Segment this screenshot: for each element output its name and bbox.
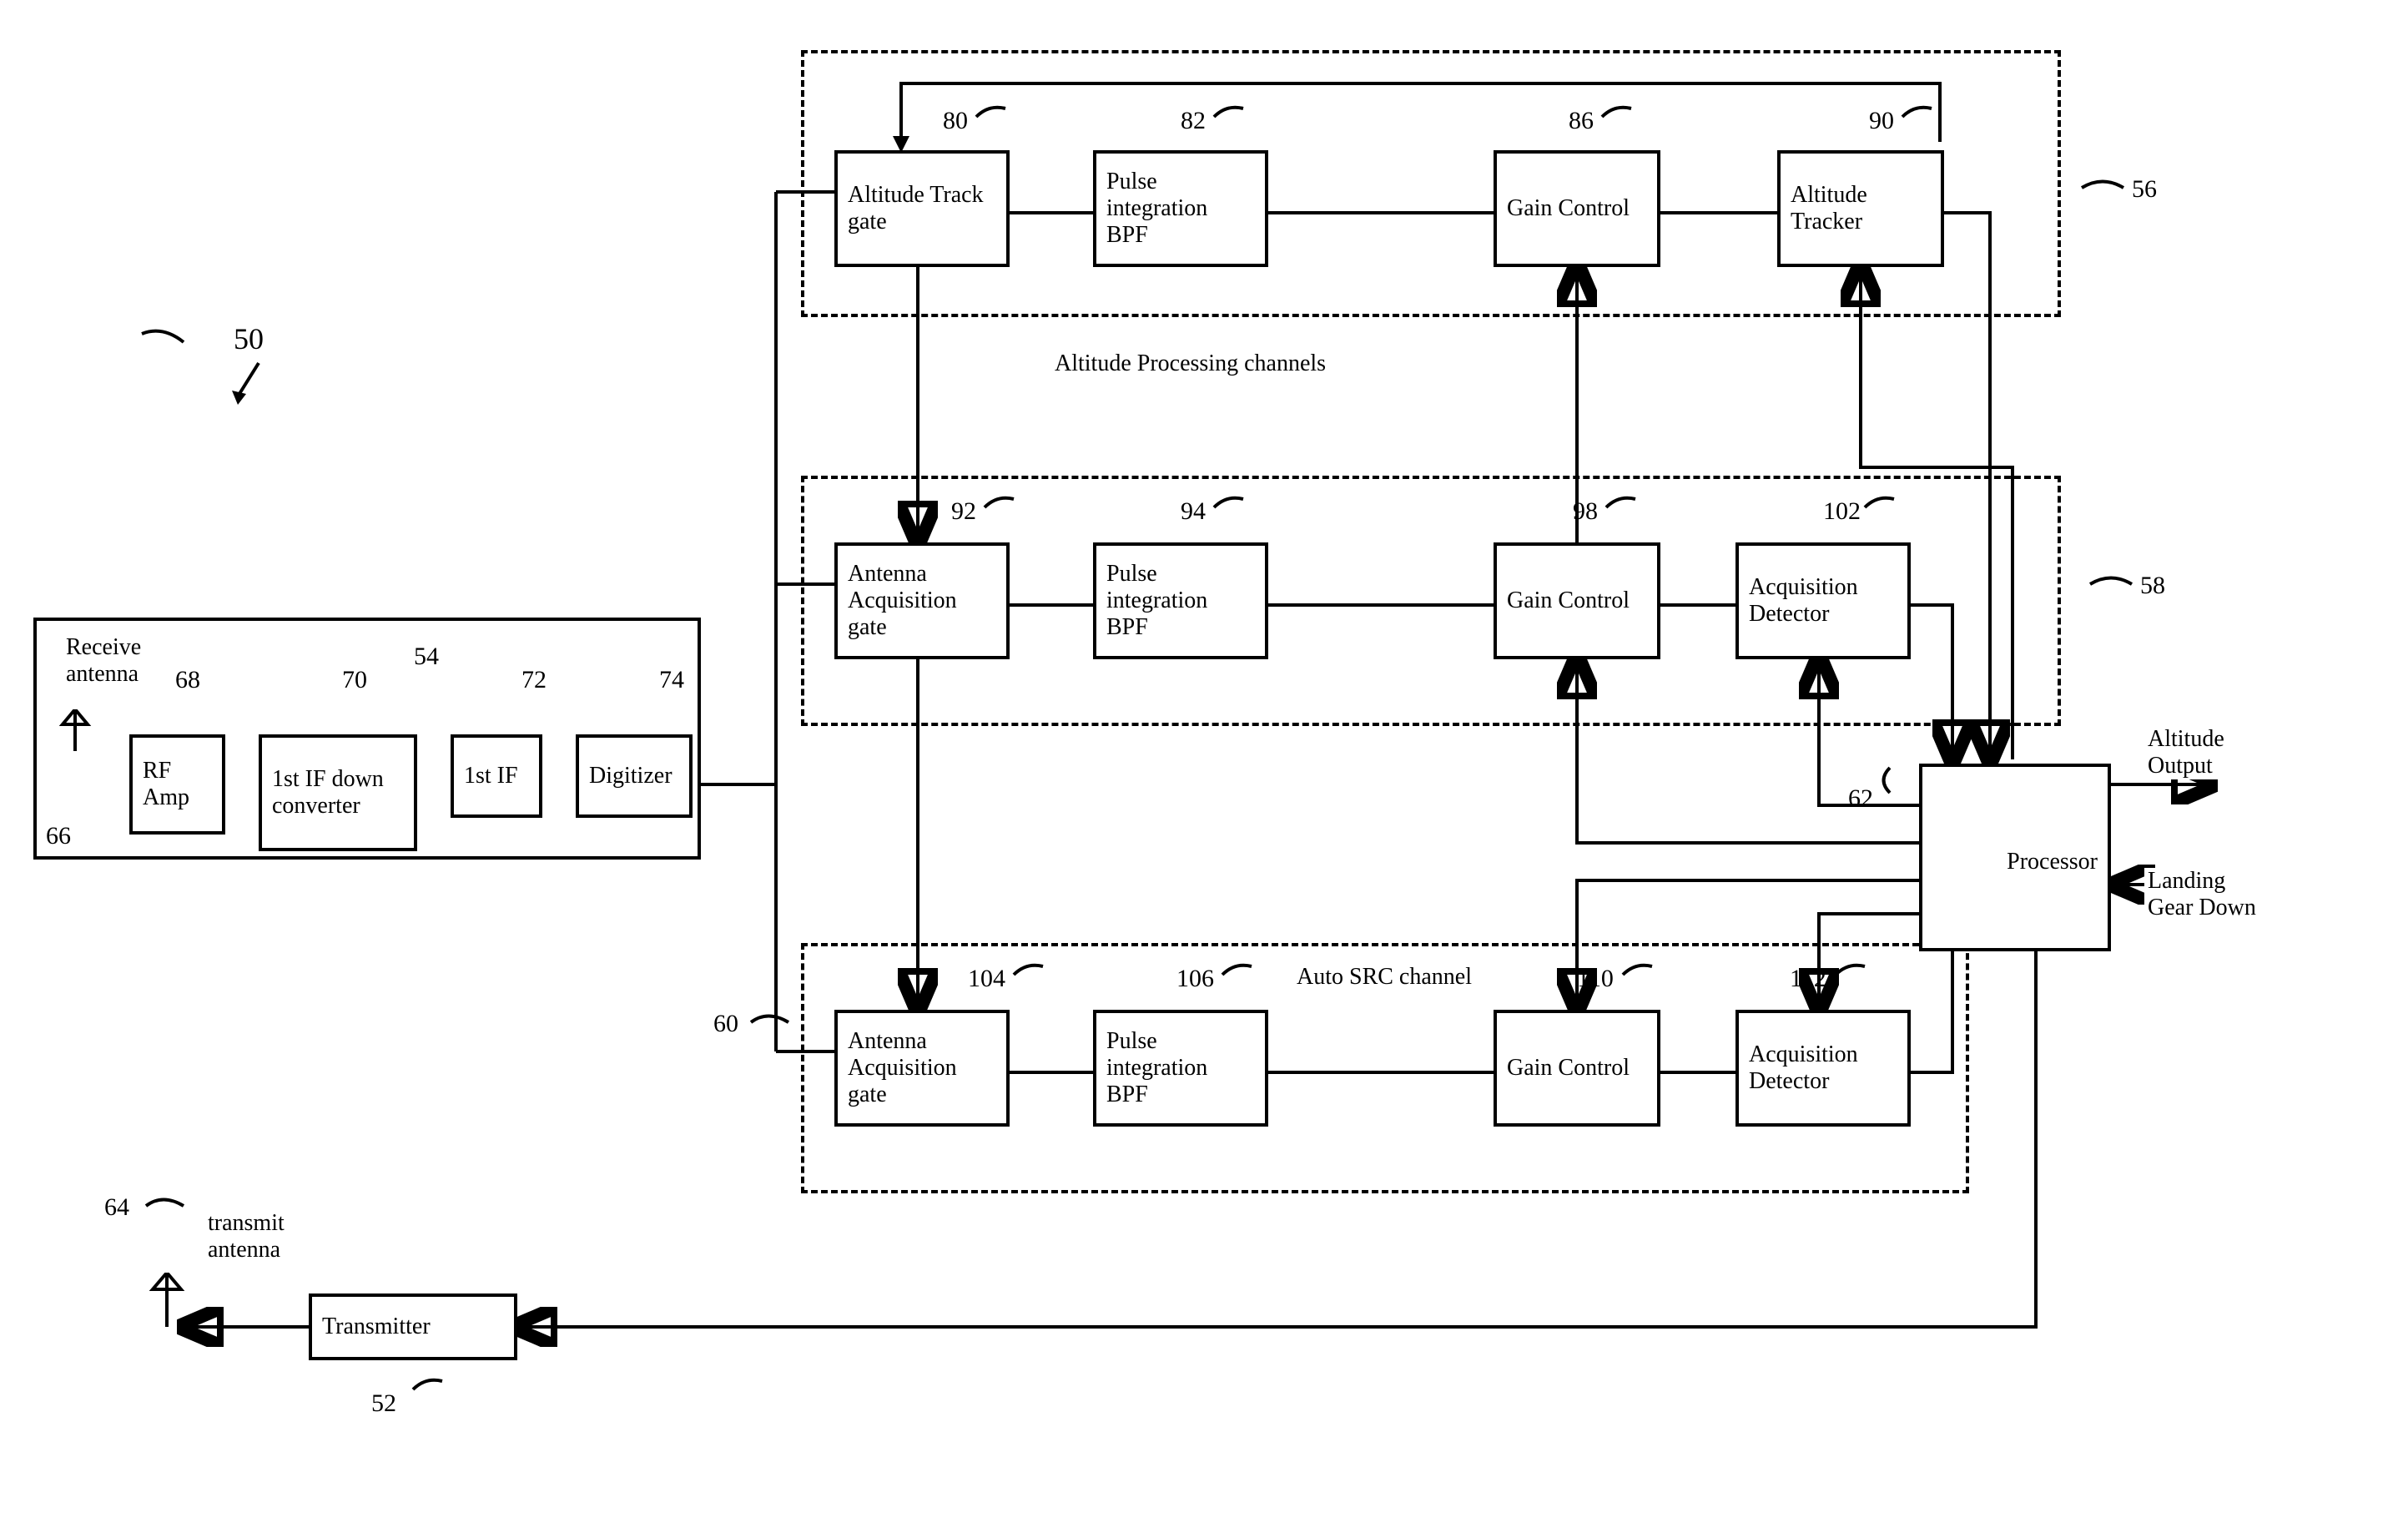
ch56-b2-label: Pulse integration BPF: [1106, 169, 1255, 249]
ch60-ref: 60: [713, 1010, 738, 1038]
digitizer-box: Digitizer: [576, 734, 693, 818]
ch58-b4-label: Acquisition Detector: [1749, 574, 1897, 628]
landing-gear-label: Landing Gear Down: [2144, 868, 2269, 921]
rf-amp-box: RF Amp: [129, 734, 225, 835]
transmitter-label: Transmitter: [322, 1314, 431, 1340]
ch56-b4: Altitude Tracker: [1777, 150, 1944, 267]
ch56-b1-label: Altitude Track gate: [848, 182, 996, 235]
ch60-b2-ref: 106: [1176, 965, 1214, 993]
figure-ref-arrow: [225, 359, 275, 409]
tx-antenna-label: transmit antenna: [204, 1210, 313, 1263]
processor-ref: 62: [1848, 784, 1873, 813]
if-label: 1st IF: [464, 763, 529, 789]
processor-label: Processor: [2007, 849, 2098, 875]
rf-amp-ref: 68: [175, 666, 200, 694]
ch58-b1: Antenna Acquisition gate: [834, 542, 1010, 659]
ch58-ref: 58: [2140, 572, 2165, 600]
ch56-b3-label: Gain Control: [1507, 195, 1647, 222]
digitizer-label: Digitizer: [589, 763, 679, 789]
ch60-b2-label: Pulse integration BPF: [1106, 1028, 1255, 1108]
ch60-b3: Gain Control: [1494, 1010, 1660, 1127]
ch56-ref: 56: [2132, 175, 2157, 204]
ch60-b3-ref: 110: [1577, 965, 1614, 993]
rf-amp-label: RF Amp: [143, 758, 212, 811]
ch58-b2-label: Pulse integration BPF: [1106, 561, 1255, 641]
ch56-b2: Pulse integration BPF: [1093, 150, 1268, 267]
ch56-b3: Gain Control: [1494, 150, 1660, 267]
ch58-b2-ref: 94: [1181, 497, 1206, 526]
ch56-b1: Altitude Track gate: [834, 150, 1010, 267]
ch56-b4-label: Altitude Tracker: [1791, 182, 1931, 235]
ch58-b3-ref: 98: [1573, 497, 1598, 526]
ch58-b2: Pulse integration BPF: [1093, 542, 1268, 659]
digitizer-ref: 74: [659, 666, 684, 694]
ch58-b3-label: Gain Control: [1507, 587, 1647, 614]
ch58-b4-ref: 102: [1823, 497, 1861, 526]
if-ref: 72: [521, 666, 547, 694]
figure-ref: 50: [234, 321, 264, 356]
ch58-b4: Acquisition Detector: [1735, 542, 1911, 659]
ch60-b3-label: Gain Control: [1507, 1055, 1647, 1082]
ch56-loop-arrow: [834, 71, 1948, 154]
ch60-b1: Antenna Acquisition gate: [834, 1010, 1010, 1127]
transmitter-ref: 52: [371, 1389, 396, 1418]
tx-antenna-ref: 64: [104, 1193, 129, 1222]
transmit-antenna-icon: [146, 1273, 188, 1331]
receive-antenna-icon: [58, 709, 92, 751]
if-box: 1st IF: [451, 734, 542, 818]
ch60-b4-ref: 112: [1790, 965, 1826, 993]
ch58-b1-ref: 92: [951, 497, 976, 526]
section-label: Altitude Processing channels: [1051, 350, 1329, 377]
ch58-b1-label: Antenna Acquisition gate: [848, 561, 996, 641]
rx-antenna-ref: 66: [46, 822, 71, 850]
ch60-b4-label: Acquisition Detector: [1749, 1041, 1897, 1095]
receiver-label: Receive antenna: [63, 634, 171, 688]
ch60-b1-ref: 104: [968, 965, 1005, 993]
ch60-b1-label: Antenna Acquisition gate: [848, 1028, 996, 1108]
if-down-ref: 70: [342, 666, 367, 694]
ch60-b4: Acquisition Detector: [1735, 1010, 1911, 1127]
ch60-b2: Pulse integration BPF: [1093, 1010, 1268, 1127]
receiver-ref: 54: [414, 643, 439, 671]
processor-box: Processor: [1919, 764, 2111, 951]
altitude-output-label: Altitude Output: [2144, 726, 2269, 779]
ch58-b3: Gain Control: [1494, 542, 1660, 659]
if-down-box: 1st IF down converter: [259, 734, 417, 851]
ch60-label: Auto SRC channel: [1293, 964, 1475, 991]
transmitter-box: Transmitter: [309, 1293, 517, 1360]
if-down-label: 1st IF down converter: [272, 766, 404, 819]
